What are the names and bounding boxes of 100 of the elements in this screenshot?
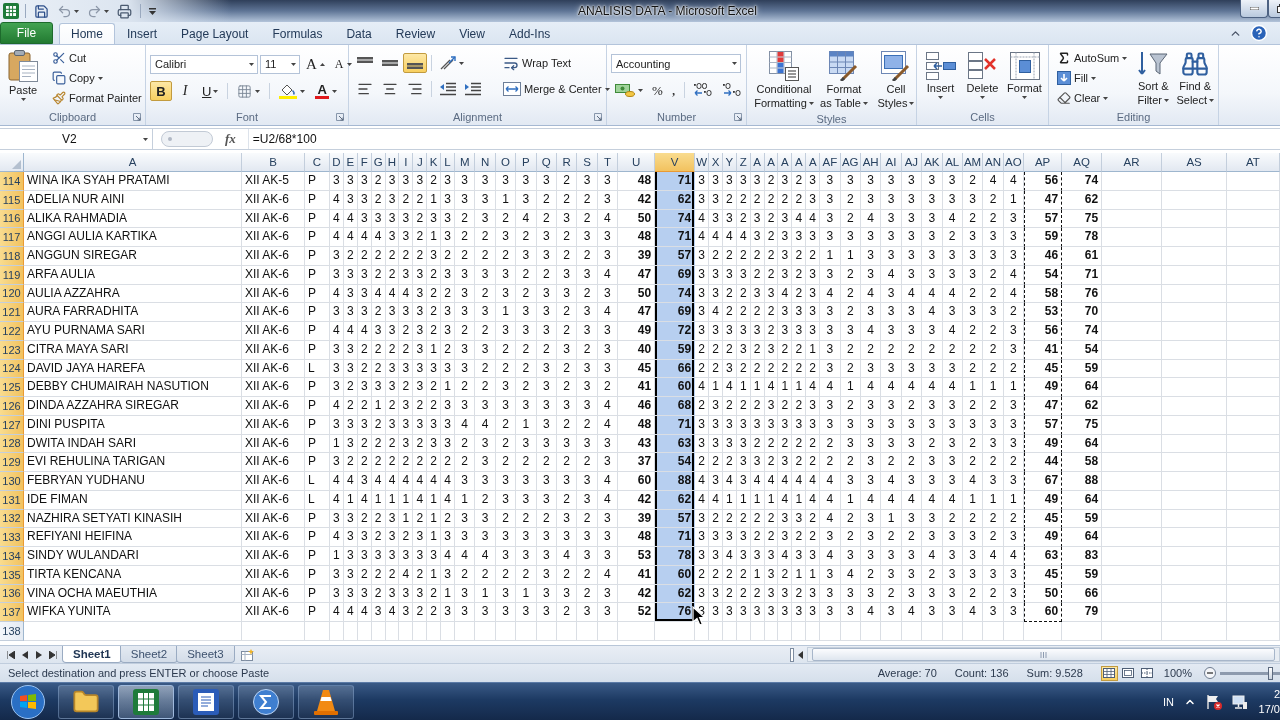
table-cell[interactable]: 1 [962, 378, 984, 397]
table-cell[interactable]: 3 [792, 547, 807, 566]
table-cell[interactable]: XII AK-6 [242, 322, 305, 341]
table-cell[interactable]: 3 [901, 247, 923, 266]
table-cell[interactable]: 2 [983, 397, 1004, 416]
table-cell[interactable]: 62 [1062, 397, 1103, 416]
table-cell[interactable]: 3 [577, 172, 598, 191]
table-cell[interactable]: 2 [455, 453, 476, 472]
table-cell[interactable]: 3 [413, 303, 428, 322]
first-sheet-button[interactable] [6, 650, 16, 659]
table-cell[interactable]: 3 [942, 397, 963, 416]
table-cell[interactable]: XII AK-6 [242, 228, 305, 247]
table-cell[interactable]: 53 [618, 547, 656, 566]
table-cell[interactable]: 3 [942, 472, 963, 491]
flag-icon[interactable] [1206, 693, 1222, 710]
table-cell[interactable]: 2 [806, 453, 821, 472]
column-header[interactable]: AS [1162, 153, 1228, 172]
table-cell[interactable]: WIFKA YUNITA [24, 603, 242, 622]
table-cell[interactable]: 1 [792, 378, 807, 397]
table-cell[interactable]: 4 [709, 303, 723, 322]
table-cell[interactable]: 3 [597, 247, 619, 266]
table-cell[interactable]: 3 [881, 190, 902, 210]
dialog-launcher-icon[interactable] [336, 113, 344, 121]
table-cell[interactable]: 1 [330, 547, 344, 566]
table-cell[interactable]: 61 [1062, 247, 1103, 266]
table-cell[interactable]: 3 [695, 322, 710, 341]
delete-cells-button[interactable]: Delete [963, 50, 1002, 101]
table-cell[interactable]: 4 [330, 472, 344, 491]
table-cell[interactable]: 2 [820, 434, 841, 454]
column-header[interactable]: AH [860, 153, 882, 172]
language-indicator[interactable]: IN [1163, 695, 1174, 708]
table-cell[interactable]: 3 [536, 397, 557, 416]
table-cell[interactable]: 3 [709, 472, 723, 491]
table-cell[interactable]: 3 [577, 378, 598, 397]
select-all-button[interactable] [0, 153, 24, 172]
table-cell[interactable]: 3 [536, 547, 557, 566]
ribbon-tab[interactable]: Review [383, 23, 448, 44]
table-cell[interactable]: 2 [983, 584, 1004, 604]
dialog-launcher-icon[interactable] [133, 113, 141, 121]
table-cell[interactable]: 2 [536, 453, 557, 472]
column-header[interactable]: O [495, 153, 517, 172]
table-cell[interactable]: 3 [413, 528, 428, 547]
table-cell[interactable]: 3 [536, 378, 557, 397]
table-cell[interactable]: 3 [1003, 322, 1025, 341]
table-cell[interactable]: 3 [577, 472, 598, 491]
table-cell[interactable]: 2 [413, 228, 428, 247]
column-header[interactable]: B [242, 153, 305, 172]
table-cell[interactable]: 4 [901, 603, 923, 622]
table-cell[interactable]: 2 [427, 322, 442, 341]
ribbon-tab[interactable]: Data [334, 23, 384, 44]
table-cell[interactable]: 3 [820, 359, 841, 379]
column-header[interactable]: W [695, 153, 710, 172]
table-cell[interactable]: 3 [475, 209, 496, 229]
table-cell[interactable]: 2 [792, 528, 807, 547]
ribbon-tab[interactable]: Page Layout [169, 23, 261, 44]
table-cell[interactable]: 3 [475, 453, 496, 472]
table-cell[interactable]: 3 [330, 303, 344, 322]
table-cell[interactable]: 79 [1062, 603, 1103, 622]
table-cell[interactable]: L [305, 472, 330, 491]
table-cell[interactable]: 3 [441, 322, 455, 341]
table-cell[interactable]: 2 [516, 228, 537, 247]
table-cell[interactable]: 44 [1024, 453, 1063, 472]
table-cell[interactable]: 3 [536, 528, 557, 547]
table-cell[interactable]: 2 [983, 453, 1004, 472]
table-cell[interactable]: 4 [330, 397, 344, 416]
dialog-launcher-icon[interactable] [594, 113, 602, 121]
insert-cells-button[interactable]: Insert [921, 50, 960, 101]
table-cell[interactable]: 3 [922, 603, 943, 622]
table-cell[interactable]: 2 [577, 284, 598, 304]
table-cell[interactable]: 4 [1003, 172, 1025, 191]
table-cell[interactable]: 3 [840, 322, 861, 341]
table-cell[interactable]: 2 [983, 265, 1004, 285]
table-cell[interactable]: 4 [881, 378, 902, 397]
table-cell[interactable]: 67 [1024, 472, 1063, 491]
table-cell[interactable]: 3 [901, 172, 923, 191]
table-cell[interactable]: 4 [778, 547, 793, 566]
table-cell[interactable]: 3 [962, 528, 984, 547]
table-cell[interactable]: 3 [495, 528, 517, 547]
table-cell[interactable]: 3 [709, 322, 723, 341]
table-cell[interactable]: 3 [860, 172, 882, 191]
font-name-field[interactable]: Calibri [150, 54, 258, 74]
table-cell[interactable]: 3 [962, 547, 984, 566]
ribbon-tab[interactable]: Add-Ins [496, 23, 563, 44]
column-header[interactable]: M [455, 153, 476, 172]
table-cell[interactable]: 2 [556, 322, 578, 341]
table-cell[interactable]: 4 [860, 603, 882, 622]
table-cell[interactable]: 3 [983, 228, 1004, 247]
table-cell[interactable]: 4 [455, 547, 476, 566]
column-header[interactable]: AN [983, 153, 1004, 172]
italic-button[interactable]: I [174, 81, 196, 101]
table-cell[interactable]: 78 [655, 547, 696, 566]
table-cell[interactable]: 2 [901, 528, 923, 547]
table-cell[interactable]: 3 [536, 172, 557, 191]
underline-button[interactable]: U [198, 81, 223, 101]
table-cell[interactable]: 1 [709, 378, 723, 397]
table-cell[interactable]: 3 [475, 340, 496, 360]
table-cell[interactable]: 3 [1003, 603, 1025, 622]
table-cell[interactable]: 3 [860, 228, 882, 247]
table-cell[interactable]: 59 [1024, 228, 1063, 247]
table-cell[interactable]: 3 [820, 565, 841, 585]
